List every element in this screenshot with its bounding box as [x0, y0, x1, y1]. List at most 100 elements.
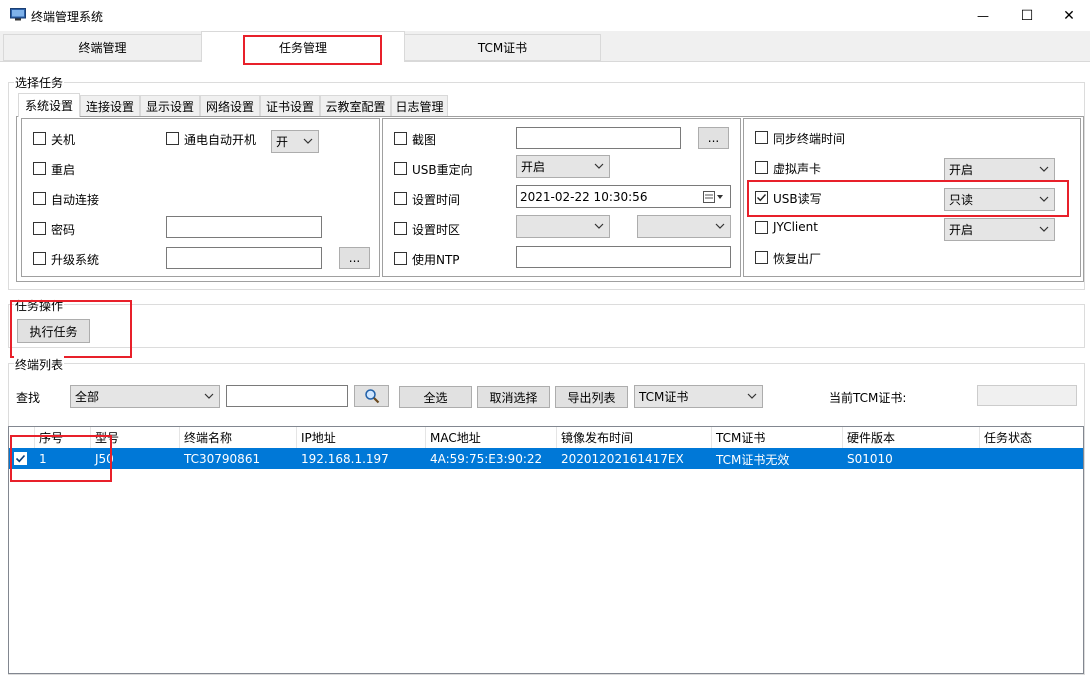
- tab-connection-settings[interactable]: 连接设置: [80, 95, 140, 116]
- auto-connect-label: 自动连接: [51, 193, 100, 207]
- highlight-box: [10, 435, 112, 482]
- terminal-list-group-label: 终端列表: [14, 356, 65, 373]
- chevron-down-icon: [204, 393, 214, 399]
- column-header[interactable]: 终端名称: [180, 427, 297, 448]
- usb-redirect-label: USB重定向: [412, 163, 473, 177]
- jyclient-select[interactable]: 开启: [944, 218, 1055, 241]
- usb-redirect-select[interactable]: 开启: [516, 155, 610, 178]
- tab-display-settings[interactable]: 显示设置: [140, 95, 200, 116]
- screenshot-checkbox[interactable]: [394, 132, 407, 145]
- upgrade-browse-button[interactable]: ...: [339, 247, 370, 269]
- datetime-picker[interactable]: 2021-02-22 10:30:56: [516, 185, 731, 208]
- restart-label: 重启: [51, 163, 76, 177]
- upgrade-file-input[interactable]: [166, 247, 322, 269]
- column-header[interactable]: IP地址: [297, 427, 426, 448]
- column-header[interactable]: 镜像发布时间: [557, 427, 712, 448]
- chevron-down-icon: [747, 393, 757, 399]
- restart-checkbox[interactable]: [33, 162, 46, 175]
- power-on-auto-label: 通电自动开机: [184, 133, 257, 147]
- tab-log-management[interactable]: 日志管理: [391, 95, 448, 116]
- set-timezone-checkbox[interactable]: [394, 222, 407, 235]
- power-on-select[interactable]: 开: [271, 130, 319, 153]
- virtual-sound-checkbox[interactable]: [755, 161, 768, 174]
- cell-ip: 192.168.1.197: [301, 452, 389, 466]
- highlight-box: [243, 35, 382, 65]
- current-cert-label: 当前TCM证书:: [829, 391, 907, 405]
- timezone-select-1[interactable]: [516, 215, 610, 238]
- password-checkbox[interactable]: [33, 222, 46, 235]
- tab-label: 终端管理: [78, 41, 127, 55]
- screenshot-label: 截图: [412, 133, 437, 147]
- select-value: TCM证书: [639, 390, 689, 404]
- jyclient-label: JYClient: [773, 220, 818, 234]
- export-list-button[interactable]: 导出列表: [555, 386, 628, 408]
- password-label: 密码: [51, 223, 76, 237]
- search-button[interactable]: [354, 385, 389, 407]
- highlight-box: [10, 300, 132, 358]
- deselect-button[interactable]: 取消选择: [477, 386, 550, 408]
- cell-task-status: [980, 449, 984, 469]
- select-value: 开: [276, 135, 289, 149]
- datetime-value: 2021-02-22 10:30:56: [520, 189, 648, 204]
- shutdown-checkbox[interactable]: [33, 132, 46, 145]
- cell-tcm-cert: TCM证书无效: [716, 452, 790, 467]
- task-select-group-label: 选择任务: [14, 74, 65, 91]
- set-time-label: 设置时间: [412, 193, 461, 207]
- power-on-auto-checkbox[interactable]: [166, 132, 179, 145]
- sync-time-label: 同步终端时间: [773, 132, 846, 146]
- chevron-down-icon: [715, 223, 725, 229]
- tab-label: 显示设置: [145, 99, 194, 114]
- cell-mac: 4A:59:75:E3:90:22: [430, 452, 543, 466]
- terminal-table[interactable]: 序号 型号 终端名称 IP地址 MAC地址 镜像发布时间 TCM证书 硬件版本 …: [8, 426, 1084, 674]
- password-input[interactable]: [166, 216, 322, 238]
- close-button[interactable]: ✕: [1046, 0, 1090, 31]
- calendar-dropdown-icon: [703, 191, 723, 203]
- tab-network-settings[interactable]: 网络设置: [200, 95, 260, 116]
- auto-connect-checkbox[interactable]: [33, 192, 46, 205]
- tab-label: 连接设置: [85, 99, 134, 114]
- maximize-icon: ☐: [1020, 7, 1034, 24]
- tab-cert-settings[interactable]: 证书设置: [260, 95, 320, 116]
- tab-system-settings[interactable]: 系统设置: [18, 93, 80, 117]
- column-header[interactable]: MAC地址: [426, 427, 557, 448]
- screenshot-browse-button[interactable]: ...: [698, 127, 729, 149]
- find-label: 查找: [16, 391, 41, 405]
- column-header[interactable]: 任务状态: [980, 427, 1083, 448]
- timezone-select-2[interactable]: [637, 215, 731, 238]
- tab-label: 云教室配置: [325, 99, 386, 114]
- search-icon: [364, 389, 379, 404]
- column-header[interactable]: 硬件版本: [843, 427, 980, 448]
- column-header[interactable]: TCM证书: [712, 427, 843, 448]
- chevron-down-icon: [1039, 226, 1049, 232]
- minimize-button[interactable]: —: [960, 0, 1006, 31]
- tab-terminal-management[interactable]: 终端管理: [3, 34, 202, 61]
- current-cert-value: [977, 385, 1077, 406]
- factory-reset-checkbox[interactable]: [755, 251, 768, 264]
- jyclient-checkbox[interactable]: [755, 221, 768, 234]
- cert-filter-select[interactable]: TCM证书: [634, 385, 763, 408]
- find-scope-select[interactable]: 全部: [70, 385, 220, 408]
- set-time-checkbox[interactable]: [394, 192, 407, 205]
- upgrade-checkbox[interactable]: [33, 252, 46, 265]
- screenshot-path-input[interactable]: [516, 127, 681, 149]
- sync-time-checkbox[interactable]: [755, 131, 768, 144]
- maximize-button[interactable]: ☐: [1004, 0, 1050, 31]
- select-all-button[interactable]: 全选: [399, 386, 472, 408]
- select-value: 开启: [949, 163, 974, 177]
- search-input[interactable]: [226, 385, 348, 407]
- set-timezone-label: 设置时区: [412, 223, 461, 237]
- tab-label: 系统设置: [24, 99, 73, 113]
- virtual-sound-select[interactable]: 开启: [944, 158, 1055, 181]
- monitor-icon: [10, 8, 26, 21]
- tab-cloud-classroom[interactable]: 云教室配置: [320, 95, 391, 116]
- usb-redirect-checkbox[interactable]: [394, 162, 407, 175]
- table-row[interactable]: [9, 448, 1083, 469]
- chevron-down-icon: [594, 223, 604, 229]
- tab-label: TCM证书: [477, 41, 528, 55]
- ntp-server-input[interactable]: [516, 246, 731, 268]
- close-icon: ✕: [1063, 7, 1075, 24]
- use-ntp-checkbox[interactable]: [394, 252, 407, 265]
- chevron-down-icon: [1039, 166, 1049, 172]
- tab-tcm-cert[interactable]: TCM证书: [404, 34, 601, 61]
- highlight-box: [747, 180, 1069, 217]
